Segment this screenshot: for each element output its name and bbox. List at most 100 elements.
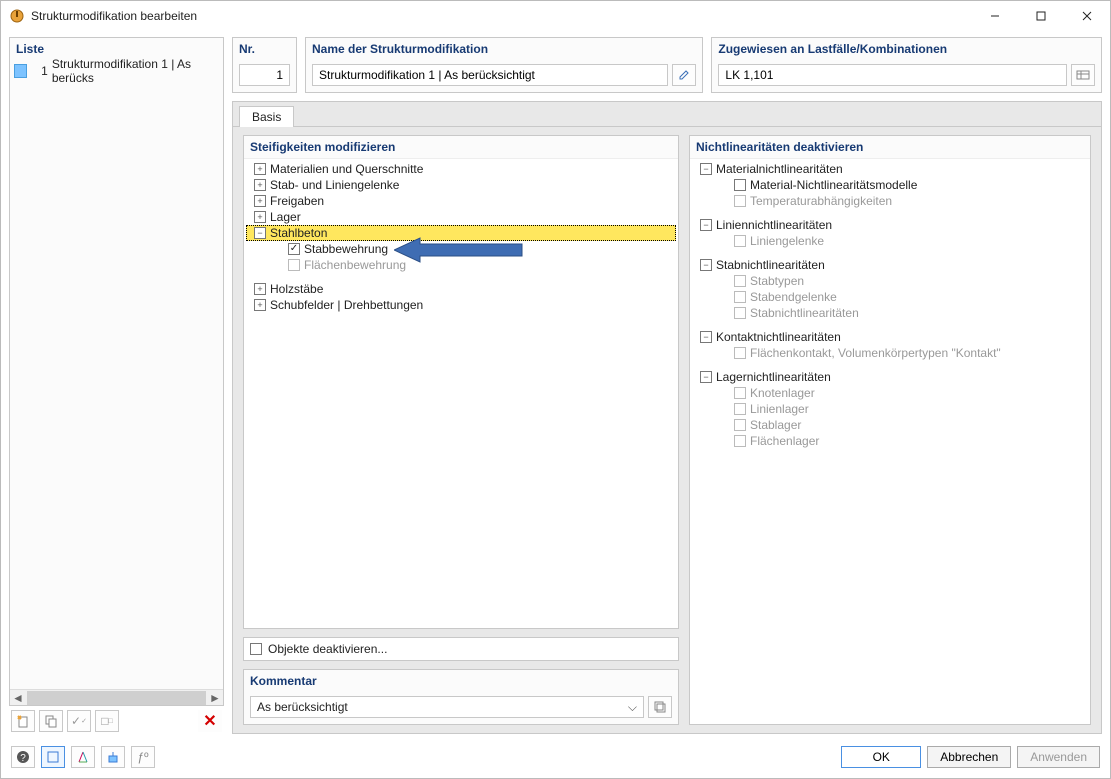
tree-shear[interactable]: +Schubfelder | Drehbettungen [246, 297, 676, 313]
tree-contact-nl[interactable]: −Kontaktnichtlinearitäten [692, 329, 1088, 345]
checkbox[interactable] [734, 403, 746, 415]
expand-icon[interactable]: + [254, 179, 266, 191]
tree-material-nl[interactable]: −Materialnichtlinearitäten [692, 161, 1088, 177]
tree-member-sup[interactable]: Stablager [692, 417, 1088, 433]
window: Strukturmodifikation bearbeiten Liste 1 … [0, 0, 1111, 779]
expand-icon[interactable]: + [254, 299, 266, 311]
nonlin-group: Nichtlinearitäten deaktivieren −Material… [689, 135, 1091, 725]
checkbox[interactable] [734, 291, 746, 303]
maximize-button[interactable] [1018, 1, 1064, 31]
collapse-icon[interactable]: − [700, 219, 712, 231]
checkbox-bar-reinf[interactable] [288, 243, 300, 255]
title-bar: Strukturmodifikation bearbeiten [1, 1, 1110, 31]
new-button[interactable] [11, 710, 35, 732]
uncheck-all-button[interactable]: □□ [95, 710, 119, 732]
tree-line-sup[interactable]: Linienlager [692, 401, 1088, 417]
svg-text:?: ? [20, 753, 26, 764]
expand-icon[interactable]: + [254, 283, 266, 295]
chevron-right-icon[interactable]: ► [207, 690, 223, 706]
edit-name-button[interactable] [672, 64, 696, 86]
tree-member-hinges[interactable]: +Stab- und Liniengelenke [246, 177, 676, 193]
comment-combo[interactable]: As berücksichtigt ⌵ [250, 696, 644, 718]
tree-bar-reinforcement[interactable]: Stabbewehrung [246, 241, 676, 257]
header-row: Nr. Name der Strukturmodifikation Zugewi… [232, 37, 1102, 93]
tree-member-end[interactable]: Stabendgelenke [692, 289, 1088, 305]
checkbox[interactable] [734, 195, 746, 207]
comment-label: Kommentar [244, 670, 678, 692]
nr-label: Nr. [233, 38, 296, 60]
tree-contact-item[interactable]: Flächenkontakt, Volumenkörpertypen "Kont… [692, 345, 1088, 361]
view-button-1[interactable] [41, 746, 65, 768]
name-label: Name der Strukturmodifikation [306, 38, 702, 60]
check-all-button[interactable]: ✓✓ [67, 710, 91, 732]
collapse-icon[interactable]: − [700, 259, 712, 271]
collapse-icon[interactable]: − [254, 227, 266, 239]
nr-input[interactable] [239, 64, 290, 86]
list-item[interactable]: 1 Strukturmodifikation 1 | As berücks [10, 62, 223, 80]
cancel-button[interactable]: Abbrechen [927, 746, 1011, 768]
list-scrollbar[interactable]: ◄ ► [10, 689, 223, 705]
tree-member-types[interactable]: Stabtypen [692, 273, 1088, 289]
view-button-4[interactable]: ƒº [131, 746, 155, 768]
comment-pick-button[interactable] [648, 696, 672, 718]
collapse-icon[interactable]: − [700, 371, 712, 383]
tabstrip: Basis [232, 101, 1102, 126]
minimize-button[interactable] [972, 1, 1018, 31]
tree-releases[interactable]: +Freigaben [246, 193, 676, 209]
nonlin-header: Nichtlinearitäten deaktivieren [690, 136, 1090, 159]
tree-member-nl-h[interactable]: −Stabnichtlinearitäten [692, 257, 1088, 273]
checkbox[interactable] [734, 419, 746, 431]
stiffness-tree: +Materialien und Querschnitte +Stab- und… [244, 159, 678, 628]
checkbox[interactable] [734, 275, 746, 287]
tree-surf-sup[interactable]: Flächenlager [692, 433, 1088, 449]
tree-surface-reinforcement[interactable]: Flächenbewehrung [246, 257, 676, 273]
chevron-left-icon[interactable]: ◄ [10, 690, 26, 706]
tree-line-hinges[interactable]: Liniengelenke [692, 233, 1088, 249]
expand-icon[interactable]: + [254, 163, 266, 175]
stiffness-group: Steifigkeiten modifizieren +Materialien … [243, 135, 679, 629]
ok-button[interactable]: OK [841, 746, 921, 768]
list-item-color [14, 64, 27, 78]
tree-material-models[interactable]: Material-Nichtlinearitätsmodelle [692, 177, 1088, 193]
comment-box: Kommentar As berücksichtigt ⌵ [243, 669, 679, 725]
nr-box: Nr. [232, 37, 297, 93]
checkbox[interactable] [734, 179, 746, 191]
assign-input[interactable] [718, 64, 1067, 86]
checkbox[interactable] [734, 235, 746, 247]
scroll-thumb[interactable] [27, 691, 206, 705]
tree-temp-dep[interactable]: Temperaturabhängigkeiten [692, 193, 1088, 209]
delete-button[interactable]: ✕ [198, 710, 222, 732]
checkbox[interactable] [734, 387, 746, 399]
tab-basis[interactable]: Basis [239, 106, 294, 127]
checkbox[interactable] [734, 347, 746, 359]
assign-pick-button[interactable] [1071, 64, 1095, 86]
left-tools: ✓✓ □□ ✕ [9, 706, 224, 734]
tree-nodal-sup[interactable]: Knotenlager [692, 385, 1088, 401]
close-button[interactable] [1064, 1, 1110, 31]
tree-reinforced-concrete[interactable]: −Stahlbeton [246, 225, 676, 241]
tree-line-nl[interactable]: −Liniennichtlinearitäten [692, 217, 1088, 233]
nonlin-tree: −Materialnichtlinearitäten Material-Nich… [690, 159, 1090, 724]
tree-timber[interactable]: +Holzstäbe [246, 281, 676, 297]
name-input[interactable] [312, 64, 668, 86]
collapse-icon[interactable]: − [700, 163, 712, 175]
checkbox[interactable] [734, 307, 746, 319]
checkbox[interactable] [734, 435, 746, 447]
nonlin-column: Nichtlinearitäten deaktivieren −Material… [689, 135, 1091, 725]
apply-button[interactable]: Anwenden [1017, 746, 1100, 768]
deactivate-row[interactable]: Objekte deaktivieren... [243, 637, 679, 661]
view-button-2[interactable] [71, 746, 95, 768]
tree-support-nl[interactable]: −Lagernichtlinearitäten [692, 369, 1088, 385]
view-button-3[interactable] [101, 746, 125, 768]
copy-button[interactable] [39, 710, 63, 732]
expand-icon[interactable]: + [254, 211, 266, 223]
dialog-content: Liste 1 Strukturmodifikation 1 | As berü… [1, 31, 1110, 740]
checkbox-surf-reinf[interactable] [288, 259, 300, 271]
help-button[interactable]: ? [11, 746, 35, 768]
tree-member-nl[interactable]: Stabnichtlinearitäten [692, 305, 1088, 321]
tree-materials[interactable]: +Materialien und Querschnitte [246, 161, 676, 177]
checkbox-deactivate[interactable] [250, 643, 262, 655]
expand-icon[interactable]: + [254, 195, 266, 207]
collapse-icon[interactable]: − [700, 331, 712, 343]
tree-supports[interactable]: +Lager [246, 209, 676, 225]
